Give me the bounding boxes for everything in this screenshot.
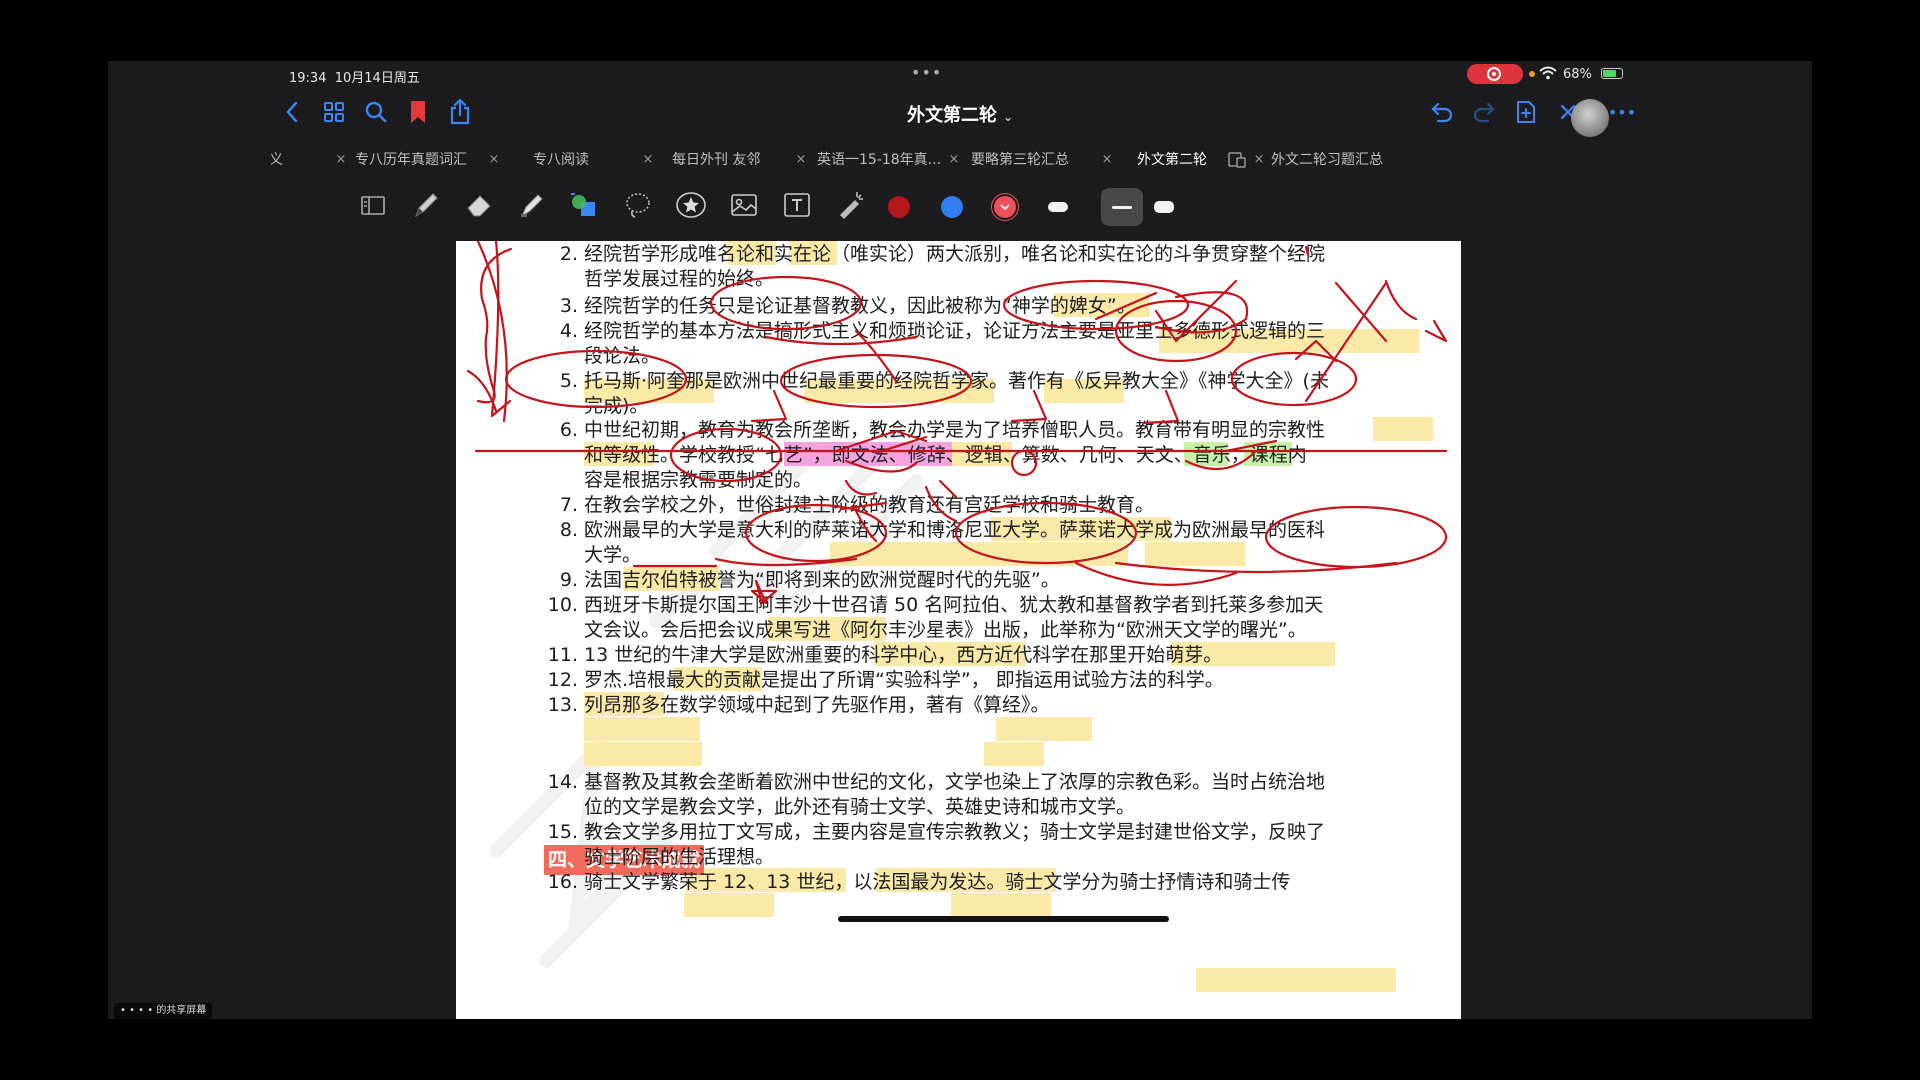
redo-icon[interactable] (1469, 97, 1499, 127)
status-date: 10月14日周五 (334, 71, 420, 86)
mic-indicator-icon (1529, 71, 1535, 77)
app-toolbar: 外文第二轮 ⌄ ••• (271, 87, 1649, 139)
tab-close-icon[interactable]: × (641, 147, 655, 173)
battery-percent: 68% (1563, 67, 1592, 82)
tab-item[interactable]: 每日外刊 友邻 (672, 147, 797, 173)
color-swatch-red-selected[interactable] (994, 196, 1016, 218)
image-icon[interactable] (726, 187, 762, 223)
more-options-icon[interactable]: ••• (1607, 97, 1637, 127)
tab-close-icon[interactable]: × (947, 147, 961, 173)
tab-close-icon[interactable]: × (1252, 147, 1266, 173)
tab-item[interactable]: 要略第三轮汇总 (971, 147, 1096, 173)
page-layout-icon[interactable] (355, 187, 391, 223)
document-page[interactable]: 2. 经院哲学形成唯名论和实在论（唯实论）两大派别，唯名论和实在论的斗争贯穿整个经… (456, 241, 1461, 1019)
lasso-icon[interactable] (620, 187, 656, 223)
wifi-icon (1539, 66, 1557, 80)
color-swatch-blue[interactable] (941, 196, 963, 218)
tab-item-active[interactable]: 外文第二轮 (1137, 147, 1227, 173)
pen-icon[interactable] (408, 187, 444, 223)
split-view-icon[interactable] (1228, 152, 1246, 168)
tab-close-icon[interactable]: × (334, 147, 348, 173)
laser-pointer-icon[interactable] (832, 187, 868, 223)
ipad-screen: 19:34 10月14日周五 ••• 68% 外文第二轮 ⌄ ••• 义 × 专… (271, 61, 1649, 1019)
assistive-touch-button[interactable] (1571, 99, 1609, 137)
tab-item[interactable]: 专八历年真题词汇 (355, 147, 485, 173)
tab-item[interactable]: 外文二轮习题汇总 (1271, 147, 1421, 173)
screen-record-indicator[interactable] (1467, 64, 1523, 84)
add-page-icon[interactable] (1511, 97, 1541, 127)
screen-share-label: • • • • 的共享屏幕 (114, 1003, 213, 1019)
tab-item[interactable]: 义 (271, 147, 293, 173)
stroke-thin-option[interactable] (1048, 202, 1068, 212)
tab-item[interactable]: 英语一15-18年真... (817, 147, 957, 173)
text-box-icon[interactable] (779, 187, 815, 223)
undo-icon[interactable] (1427, 97, 1457, 127)
eraser-icon[interactable] (461, 187, 497, 223)
shapes-icon[interactable] (567, 187, 603, 223)
chevron-down-icon: ⌄ (1002, 110, 1014, 124)
status-bar: 19:34 10月14日周五 ••• 68% (271, 61, 1649, 87)
multitask-dots-icon[interactable]: ••• (911, 63, 942, 82)
battery-icon (1601, 68, 1623, 79)
tab-close-icon[interactable]: × (794, 147, 808, 173)
tab-close-icon[interactable]: × (487, 147, 501, 173)
stroke-thick-option[interactable] (1154, 201, 1174, 213)
color-swatch-darkred[interactable] (888, 196, 910, 218)
sticker-icon[interactable] (673, 187, 709, 223)
document-tabs: 义 × 专八历年真题词汇 × 专八阅读 × 每日外刊 友邻 × 英语一15-18… (271, 147, 1649, 173)
tab-close-icon[interactable]: × (1100, 147, 1114, 173)
tab-item[interactable]: 专八阅读 (533, 147, 653, 173)
pen-toolbar (271, 181, 1649, 231)
status-time: 19:34 10月14日周五 (289, 71, 420, 86)
highlighter-icon[interactable] (514, 187, 550, 223)
stroke-medium-line (1112, 206, 1132, 209)
